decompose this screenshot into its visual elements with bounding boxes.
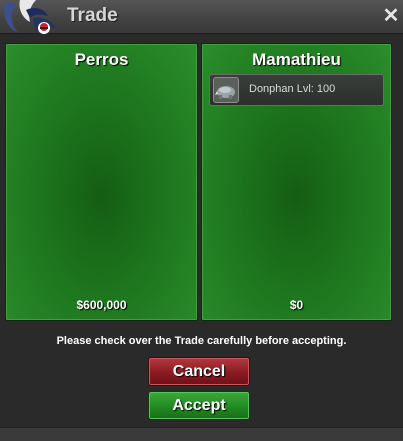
window-title: Trade	[67, 5, 118, 26]
player-name: Perros	[74, 50, 129, 69]
trade-notice: Please check over the Trade carefully be…	[56, 335, 347, 347]
cancel-button[interactable]: Cancel	[148, 357, 250, 386]
money-amount: $600,000	[76, 298, 127, 312]
donphan-icon	[213, 77, 239, 103]
close-icon[interactable]: ✕	[381, 6, 401, 26]
app-logo-icon	[4, 0, 56, 34]
my-offer-panel: Perros $600,000	[5, 43, 198, 321]
item-label: Donphan Lvl: 100	[249, 83, 336, 95]
title-bar[interactable]: Trade ✕	[0, 0, 403, 34]
bottom-bar	[0, 427, 403, 441]
money-amount: $0	[289, 298, 304, 312]
trade-window: Trade ✕ Perros $600,000 Mamathieu Donpha…	[0, 0, 403, 441]
accept-button[interactable]: Accept	[148, 391, 250, 420]
trade-item[interactable]: Donphan Lvl: 100	[209, 74, 384, 106]
partner-offer-panel: Mamathieu Donphan Lvl: 100 $0	[201, 43, 392, 321]
player-name: Mamathieu	[252, 50, 341, 69]
